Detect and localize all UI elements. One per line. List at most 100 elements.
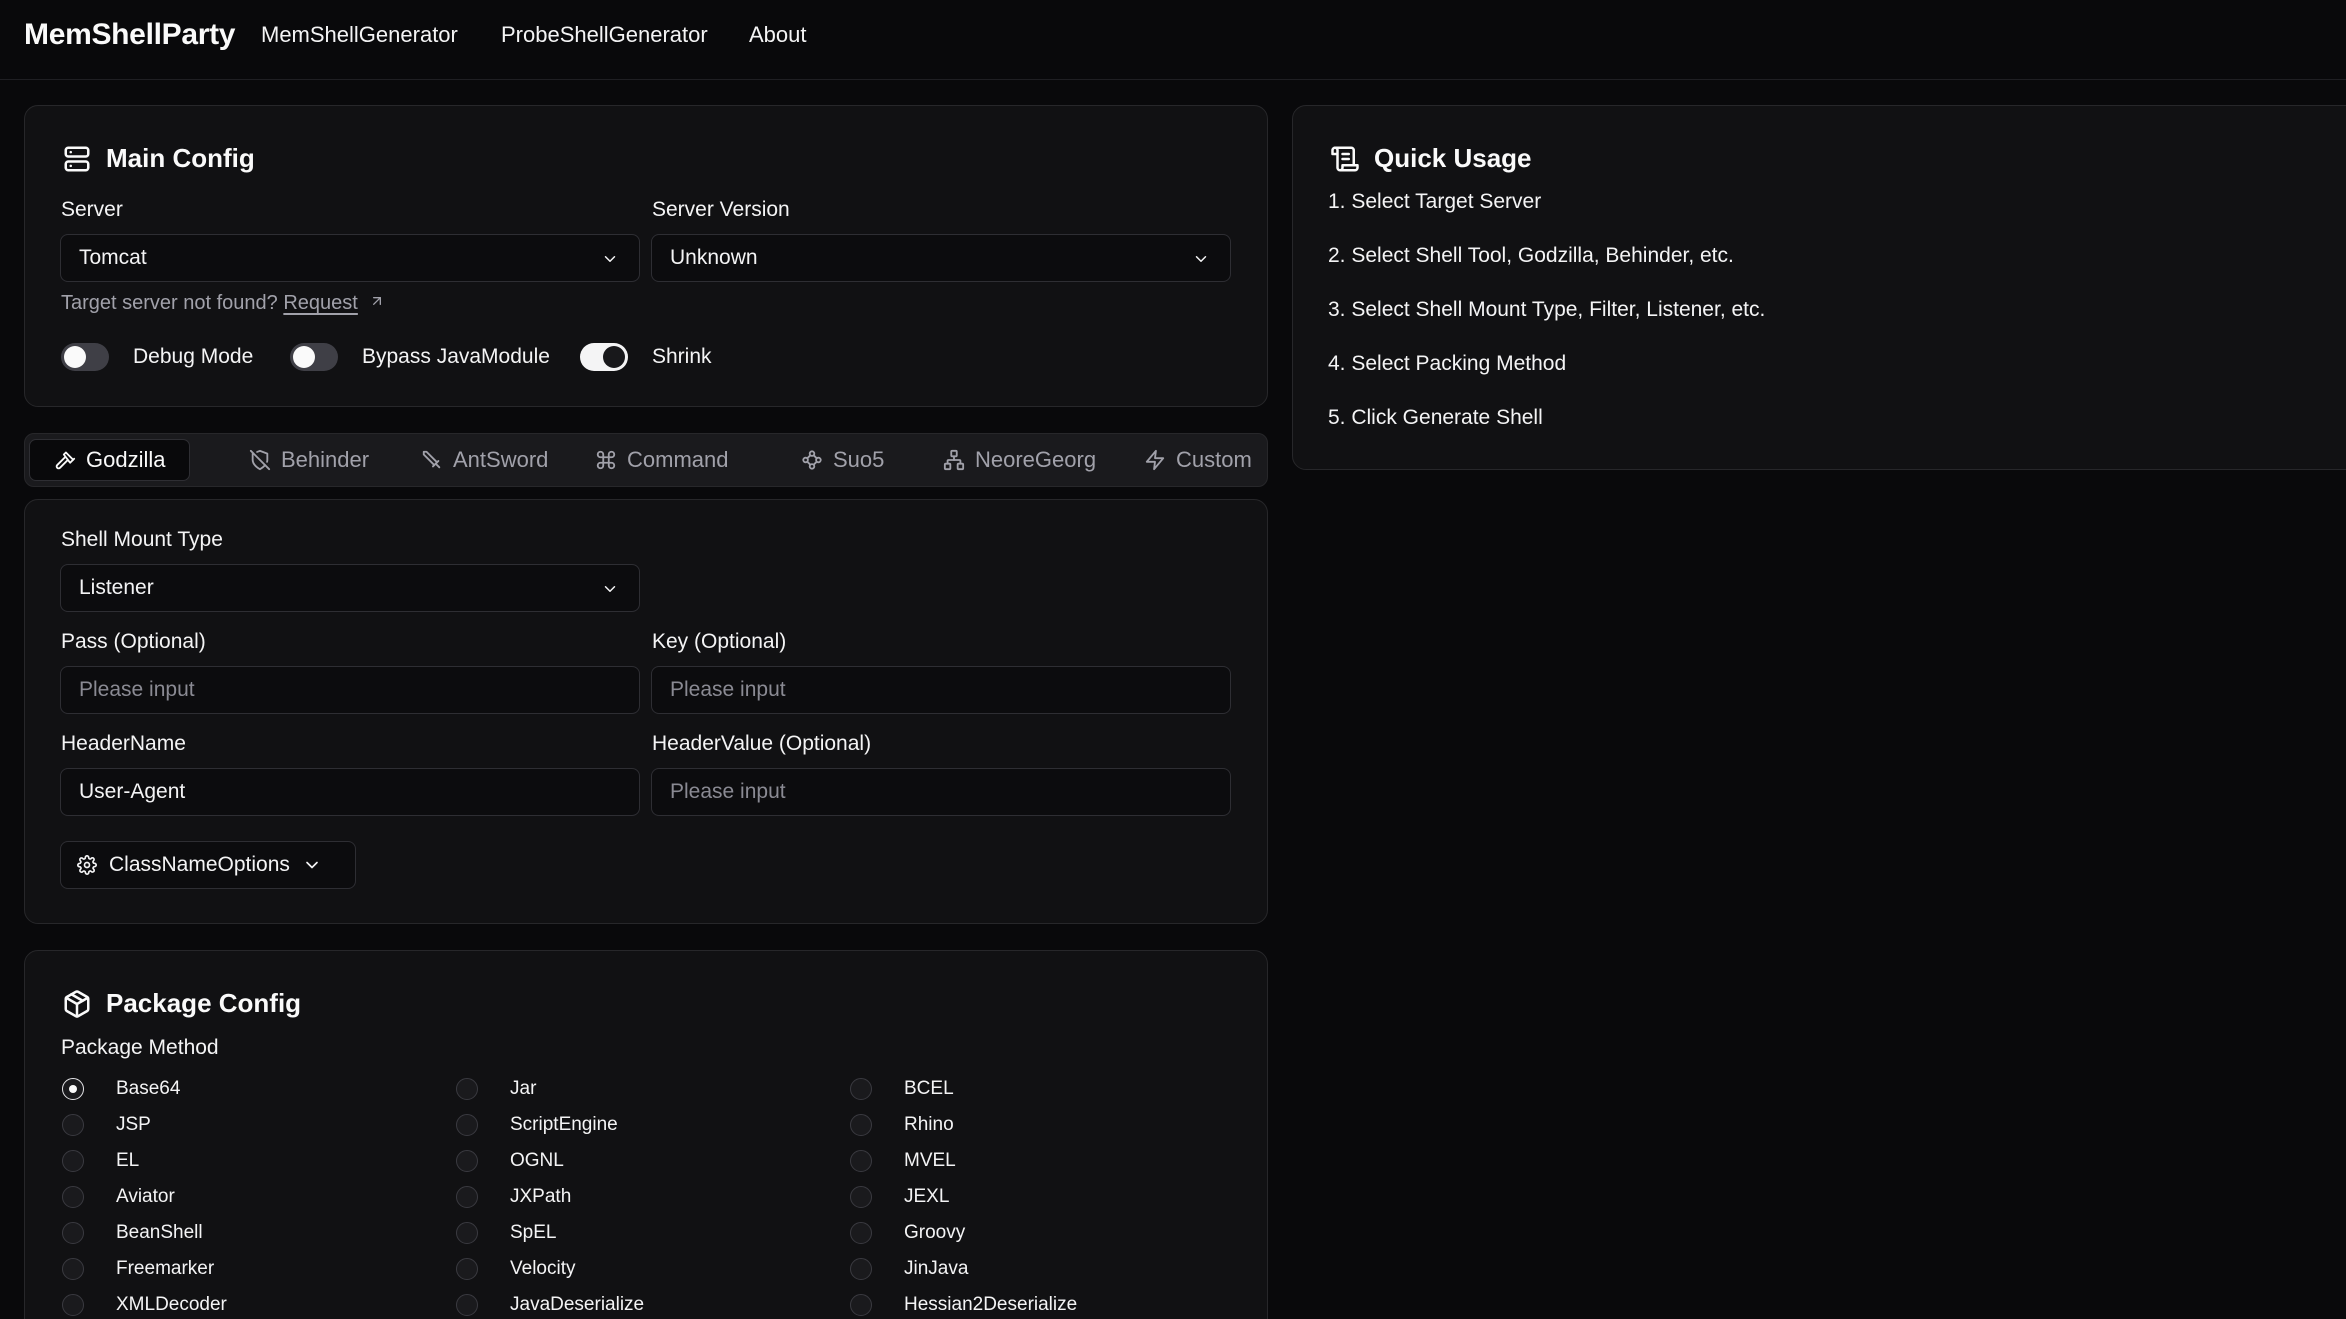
radio-label: MVEL xyxy=(904,1150,956,1171)
package-method-option[interactable]: Velocity xyxy=(456,1254,575,1284)
package-method-option[interactable]: ScriptEngine xyxy=(456,1110,618,1140)
tab-godzilla[interactable]: Godzilla xyxy=(29,439,191,481)
classname-options-label: ClassNameOptions xyxy=(109,853,290,876)
tab-custom[interactable]: Custom xyxy=(1120,439,1276,481)
package-method-option[interactable]: JavaDeserialize xyxy=(456,1290,644,1319)
radio-button[interactable] xyxy=(62,1258,84,1280)
tab-antsword-label: AntSword xyxy=(453,447,549,472)
usage-step-3: 3. Select Shell Mount Type, Filter, List… xyxy=(1328,298,1766,321)
request-link[interactable]: Request xyxy=(283,292,358,314)
radio-button[interactable] xyxy=(850,1114,872,1136)
header-name-input[interactable]: User-Agent xyxy=(60,768,640,816)
package-method-option[interactable]: JSP xyxy=(62,1110,151,1140)
package-method-option[interactable]: OGNL xyxy=(456,1146,564,1176)
tab-command[interactable]: Command xyxy=(571,439,752,481)
nav-memshell-generator[interactable]: MemShellGenerator xyxy=(261,22,458,48)
radio-button[interactable] xyxy=(850,1186,872,1208)
package-method-option[interactable]: XMLDecoder xyxy=(62,1290,227,1319)
package-method-option[interactable]: Rhino xyxy=(850,1110,954,1140)
radio-button[interactable] xyxy=(456,1186,478,1208)
radio-label: Freemarker xyxy=(116,1258,215,1279)
radio-button[interactable] xyxy=(850,1258,872,1280)
package-method-option[interactable]: JEXL xyxy=(850,1182,949,1212)
main-config-title: Main Config xyxy=(62,143,255,174)
usage-step-4: 4. Select Packing Method xyxy=(1328,352,1567,375)
header-value-label: HeaderValue (Optional) xyxy=(652,732,872,755)
radio-button[interactable] xyxy=(62,1186,84,1208)
shrink-toggle[interactable] xyxy=(580,343,628,371)
radio-button[interactable] xyxy=(62,1114,84,1136)
chevron-down-icon xyxy=(604,256,616,262)
main-config-heading: Main Config xyxy=(106,143,255,173)
package-method-option[interactable]: BeanShell xyxy=(62,1218,203,1248)
radio-label: JSP xyxy=(116,1114,151,1135)
nav-probeshell-generator[interactable]: ProbeShellGenerator xyxy=(501,22,708,48)
tab-custom-label: Custom xyxy=(1176,447,1252,472)
tab-antsword[interactable]: AntSword xyxy=(397,439,572,481)
package-method-option[interactable]: JinJava xyxy=(850,1254,968,1284)
command-icon xyxy=(596,450,616,470)
package-method-option[interactable]: SpEL xyxy=(456,1218,556,1248)
package-method-option[interactable]: MVEL xyxy=(850,1146,956,1176)
radio-button[interactable] xyxy=(62,1222,84,1244)
package-method-option[interactable]: Aviator xyxy=(62,1182,175,1212)
radio-button[interactable] xyxy=(456,1114,478,1136)
classname-options-button[interactable]: ClassNameOptions xyxy=(60,841,356,889)
usage-step-5: 5. Click Generate Shell xyxy=(1328,406,1543,429)
tab-godzilla-label: Godzilla xyxy=(86,447,166,472)
radio-label: JEXL xyxy=(904,1186,950,1207)
tab-suo5[interactable]: Suo5 xyxy=(777,439,908,481)
package-method-option[interactable]: EL xyxy=(62,1146,139,1176)
tab-neoregeorg[interactable]: NeoreGeorg xyxy=(919,439,1120,481)
header-value-input[interactable]: Please input xyxy=(651,768,1231,816)
radio-button[interactable] xyxy=(62,1078,84,1100)
shell-mount-type-label: Shell Mount Type xyxy=(61,528,223,551)
debug-mode-label: Debug Mode xyxy=(133,345,254,368)
shrink-label: Shrink xyxy=(652,345,712,368)
debug-mode-toggle[interactable] xyxy=(61,343,109,371)
brand-logo[interactable]: MemShellParty xyxy=(24,18,235,52)
package-method-option[interactable]: Freemarker xyxy=(62,1254,214,1284)
bypass-javamodule-toggle[interactable] xyxy=(290,343,338,371)
radio-button[interactable] xyxy=(456,1222,478,1244)
radio-button[interactable] xyxy=(850,1294,872,1316)
radio-label: Velocity xyxy=(510,1258,576,1279)
radio-button[interactable] xyxy=(456,1294,478,1316)
shell-mount-type-select[interactable]: Listener xyxy=(60,564,640,612)
usage-step-2: 2. Select Shell Tool, Godzilla, Behinder… xyxy=(1328,244,1734,267)
tab-behinder[interactable]: Behinder xyxy=(225,439,393,481)
package-method-option[interactable]: Jar xyxy=(456,1074,536,1104)
radio-label: XMLDecoder xyxy=(116,1294,227,1315)
radio-label: Aviator xyxy=(116,1186,175,1207)
radio-button[interactable] xyxy=(456,1150,478,1172)
package-method-option[interactable]: JXPath xyxy=(456,1182,571,1212)
radio-button[interactable] xyxy=(62,1294,84,1316)
pass-input[interactable]: Please input xyxy=(60,666,640,714)
package-method-option[interactable]: Hessian2Deserialize xyxy=(850,1290,1077,1319)
radio-button[interactable] xyxy=(850,1078,872,1100)
pass-label: Pass (Optional) xyxy=(61,630,206,653)
radio-button[interactable] xyxy=(850,1150,872,1172)
server-version-select[interactable]: Unknown xyxy=(651,234,1231,282)
radio-button[interactable] xyxy=(456,1258,478,1280)
package-method-option[interactable]: Base64 xyxy=(62,1074,180,1104)
shell-tool-tabs: Godzilla Behinder AntSword Command Suo5 … xyxy=(24,433,1268,487)
radio-label: Hessian2Deserialize xyxy=(904,1294,1078,1315)
radio-button[interactable] xyxy=(62,1150,84,1172)
server-select[interactable]: Tomcat xyxy=(60,234,640,282)
package-config-title: Package Config xyxy=(62,988,301,1019)
radio-button[interactable] xyxy=(850,1222,872,1244)
gear-icon xyxy=(77,855,97,875)
zap-icon xyxy=(1145,449,1165,471)
nav-about[interactable]: About xyxy=(749,22,807,48)
key-label: Key (Optional) xyxy=(652,630,787,653)
radio-button[interactable] xyxy=(456,1078,478,1100)
package-method-option[interactable]: Groovy xyxy=(850,1218,965,1248)
key-input[interactable]: Please input xyxy=(651,666,1231,714)
package-config-heading: Package Config xyxy=(106,988,302,1018)
top-navbar: MemShellParty MemShellGenerator ProbeShe… xyxy=(0,0,2346,80)
radio-label: Jar xyxy=(510,1078,537,1099)
package-method-option[interactable]: BCEL xyxy=(850,1074,954,1104)
server-not-found-text: Target server not found? xyxy=(61,292,278,314)
server-version-select-value: Unknown xyxy=(670,246,758,269)
